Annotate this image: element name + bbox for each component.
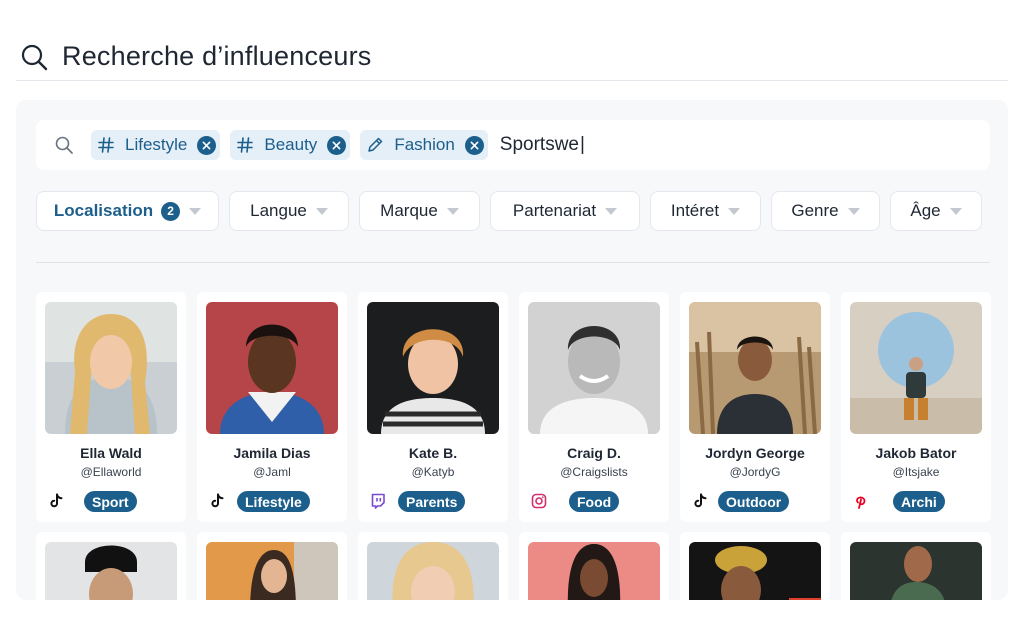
influencer-name: Kate B. xyxy=(408,445,458,461)
avatar xyxy=(528,302,660,434)
page-header: Recherche d’influenceurs xyxy=(16,38,1008,81)
influencer-card[interactable] xyxy=(841,532,991,600)
filter-marque[interactable]: Marque xyxy=(359,191,480,231)
hashtag-icon xyxy=(97,136,115,154)
filter-label: Langue xyxy=(250,201,307,220)
chip-label: Fashion xyxy=(394,135,455,154)
search-input[interactable]: Sportswe xyxy=(500,134,585,156)
filter-label: Âge xyxy=(910,201,941,220)
influencer-card[interactable]: Ella Wald @Ellaworld Sport xyxy=(36,292,186,522)
filter-genre[interactable]: Genre xyxy=(771,191,880,231)
influencer-handle: @JordyG xyxy=(729,465,781,479)
influencer-name: Jamila Dias xyxy=(233,445,311,461)
tiktok-icon xyxy=(694,493,707,508)
chip-label: Lifestyle xyxy=(125,135,188,154)
twitch-icon xyxy=(371,493,385,509)
filter-label: Genre xyxy=(791,201,839,220)
filter-count-badge: 2 xyxy=(161,201,181,221)
filter-langue[interactable]: Langue xyxy=(229,191,349,231)
chip-fashion: Fashion xyxy=(360,130,488,160)
influencer-card[interactable] xyxy=(519,532,669,600)
avatar xyxy=(689,302,821,434)
chevron-down-icon xyxy=(847,207,860,215)
filter-partenariat[interactable]: Partenariat xyxy=(490,191,640,231)
avatar xyxy=(367,542,499,600)
search-icon xyxy=(21,44,48,71)
chevron-down-icon xyxy=(189,207,202,215)
category-tag: Food xyxy=(569,491,620,512)
influencer-name: Jordyn George xyxy=(705,445,805,461)
influencer-handle: @Craigslists xyxy=(560,465,628,479)
filter-bar: Localisation 2 Langue Marque Partenariat… xyxy=(36,191,992,231)
influencer-card[interactable]: Jakob Bator @Itsjake Archi xyxy=(841,292,991,522)
filter-label: Partenariat xyxy=(512,201,597,220)
avatar xyxy=(850,302,982,434)
filter-age[interactable]: Âge xyxy=(890,191,982,231)
influencer-card[interactable]: Jamila Dias @Jaml Lifestyle xyxy=(197,292,347,522)
hashtag-icon xyxy=(236,136,254,154)
influencer-card[interactable] xyxy=(358,532,508,600)
chip-lifestyle: Lifestyle xyxy=(91,130,221,160)
filter-localisation[interactable]: Localisation 2 xyxy=(36,191,219,231)
remove-chip-icon[interactable] xyxy=(464,135,484,155)
chip-beauty: Beauty xyxy=(230,130,351,160)
tiktok-icon xyxy=(211,493,224,508)
search-panel: Lifestyle Beauty Fashion Sportswe | Loca… xyxy=(16,100,1008,600)
influencer-name: Craig D. xyxy=(567,445,621,461)
search-icon xyxy=(55,136,73,154)
chevron-down-icon xyxy=(315,207,328,215)
category-tag: Sport xyxy=(84,491,137,512)
divider xyxy=(36,262,990,263)
influencer-card[interactable] xyxy=(680,532,830,600)
avatar xyxy=(45,302,177,434)
page-title: Recherche d’influenceurs xyxy=(62,40,372,71)
avatar xyxy=(206,542,338,600)
avatar xyxy=(850,542,982,600)
instagram-icon xyxy=(531,493,547,509)
avatar xyxy=(528,542,660,600)
remove-chip-icon[interactable] xyxy=(327,135,347,155)
influencer-card[interactable]: Craig D. @Craigslists Food xyxy=(519,292,669,522)
influencer-name: Ella Wald xyxy=(80,445,142,461)
influencer-handle: @Ellaworld xyxy=(80,465,142,479)
filter-label: Marque xyxy=(380,201,438,220)
influencer-handle: @Itsjake xyxy=(892,465,940,479)
influencer-card[interactable] xyxy=(197,532,347,600)
remove-chip-icon[interactable] xyxy=(197,135,217,155)
chevron-down-icon xyxy=(949,207,962,215)
category-tag: Archi xyxy=(893,491,945,512)
chevron-down-icon xyxy=(728,207,741,215)
avatar xyxy=(367,302,499,434)
pinterest-icon xyxy=(856,496,866,509)
filter-label: Localisation xyxy=(53,201,154,220)
chip-label: Beauty xyxy=(264,135,318,154)
pencil-icon xyxy=(366,136,384,154)
avatar xyxy=(206,302,338,434)
tiktok-icon xyxy=(50,493,63,508)
influencer-name: Jakob Bator xyxy=(875,445,957,461)
category-tag: Outdoor xyxy=(718,491,790,512)
avatar xyxy=(689,542,821,600)
chevron-down-icon xyxy=(446,207,459,215)
category-tag: Lifestyle xyxy=(237,491,310,512)
influencer-handle: @Katyb xyxy=(411,465,455,479)
search-bar[interactable]: Lifestyle Beauty Fashion Sportswe xyxy=(36,120,990,170)
influencer-handle: @Jaml xyxy=(253,465,291,479)
avatar xyxy=(45,542,177,600)
chevron-down-icon xyxy=(605,207,618,215)
filter-label: Intéret xyxy=(670,201,720,220)
influencer-card[interactable]: Jordyn George @JordyG Outdoor xyxy=(680,292,830,522)
influencer-card[interactable]: Kate B. @Katyb Parents xyxy=(358,292,508,522)
category-tag: Parents xyxy=(398,491,466,512)
influencer-card[interactable] xyxy=(36,532,186,600)
filter-interet[interactable]: Intéret xyxy=(650,191,761,231)
